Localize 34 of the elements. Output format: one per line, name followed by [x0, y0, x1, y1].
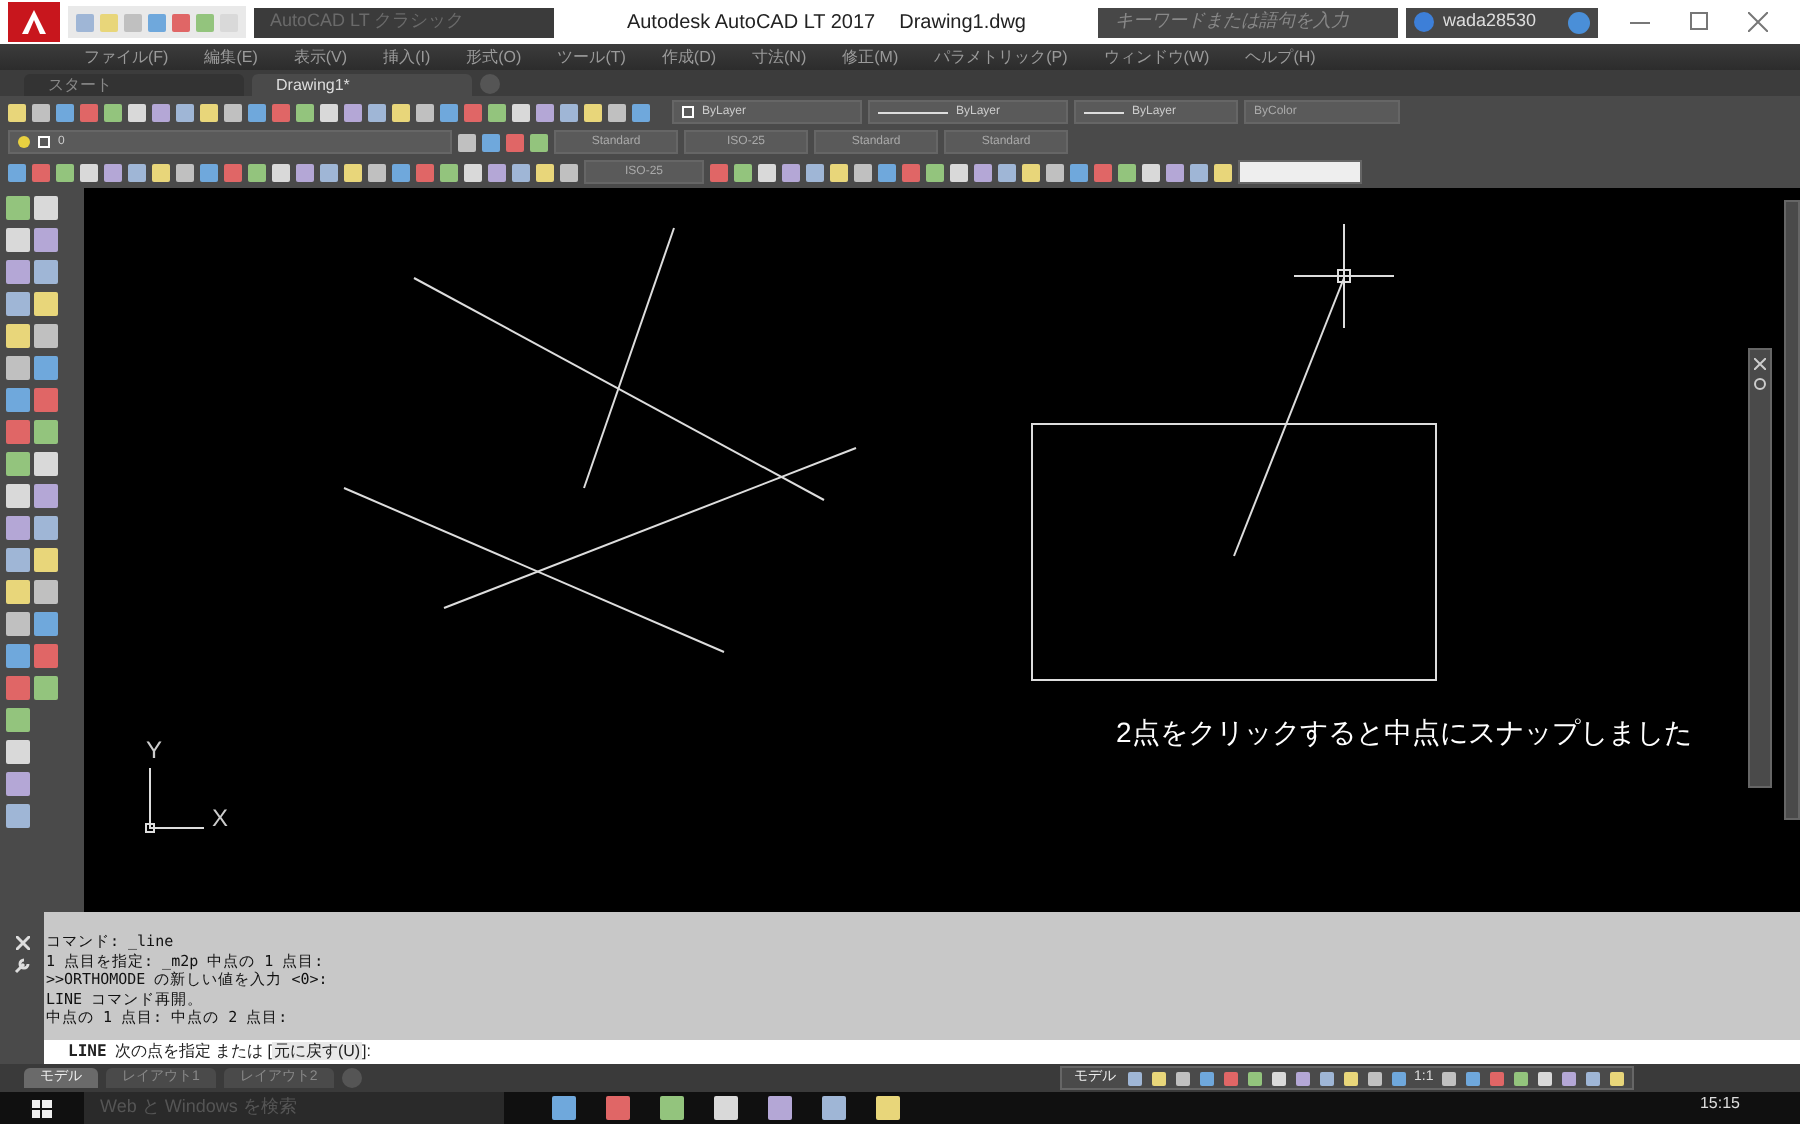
wrench-icon[interactable] [14, 958, 30, 974]
crosshair-cursor [1293, 223, 1395, 329]
file-tab[interactable]: Drawing1* [252, 74, 472, 96]
menu-item[interactable]: 形式(O) [466, 45, 522, 69]
menu-item[interactable]: ヘルプ(H) [1245, 45, 1316, 69]
menu-item[interactable]: ツール(T) [557, 45, 626, 69]
minimize-icon[interactable] [1630, 21, 1650, 23]
axis-label: X [212, 802, 229, 836]
menu-item[interactable]: 挿入(I) [383, 45, 431, 69]
axis-label: Y [146, 734, 163, 768]
ucs-axes-icon [145, 767, 205, 833]
menu-item[interactable]: 表示(V) [293, 45, 348, 69]
windows-start-icon[interactable] [32, 1098, 52, 1118]
menu-item[interactable]: 修正(M) [842, 45, 899, 69]
clock-time: 15:15 [1699, 1092, 1740, 1116]
file-name: Drawing1.dwg [899, 9, 1026, 37]
menu-item[interactable]: ファイル(F) [84, 45, 169, 69]
menu-item[interactable]: ウィンドウ(W) [1103, 45, 1210, 69]
help-icon[interactable] [1568, 11, 1590, 33]
menu-item[interactable]: パラメトリック(P) [934, 45, 1068, 69]
close-icon[interactable] [1748, 12, 1768, 32]
file-tab[interactable]: スタート [24, 74, 244, 96]
search-field[interactable]: キーワードまたは語句を入力 [1098, 7, 1399, 37]
annotation-text: 2点をクリックすると中点にスナップしました [1116, 714, 1692, 752]
command-line-handle[interactable] [0, 1040, 44, 1064]
menu-item[interactable]: 寸法(N) [752, 45, 807, 69]
menu-item[interactable]: 編集(E) [204, 45, 258, 69]
maximize-icon[interactable] [1690, 12, 1708, 30]
user-icon[interactable] [1414, 12, 1435, 32]
empty-dropdown[interactable] [1238, 160, 1362, 184]
close-icon[interactable] [1754, 358, 1766, 370]
menu-item[interactable]: 作成(D) [661, 45, 717, 69]
window-title: Autodesk AutoCAD LT 2017 [626, 9, 876, 37]
app-logo-icon[interactable] [8, 2, 60, 42]
